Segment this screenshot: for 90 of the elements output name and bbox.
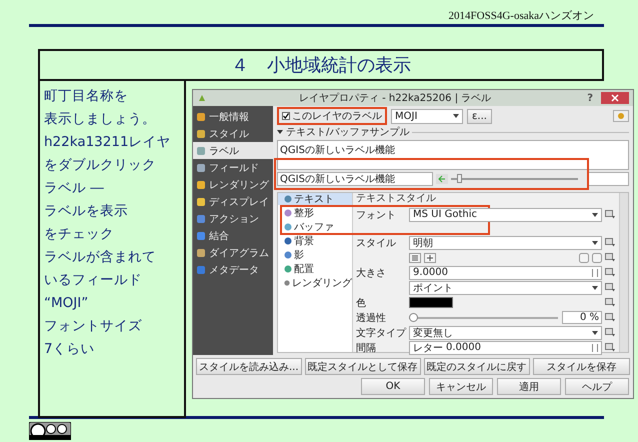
data-defined-icon[interactable] (605, 298, 616, 307)
color-swatch[interactable] (409, 297, 453, 308)
instruction-line: 7くらい (44, 340, 96, 359)
spinner-icon (592, 344, 598, 352)
instruction-line: h22ka13211レイヤ (44, 133, 172, 152)
close-button[interactable] (601, 92, 629, 104)
instruction-line: ラベルが含まれて (44, 248, 157, 267)
style-button[interactable]: 既定スタイルとして保存 (304, 358, 421, 375)
percent-field[interactable]: 0 % (562, 311, 602, 324)
sidebar-item[interactable]: 一般情報 (193, 108, 273, 125)
instruction-line: 町丁目名称を (44, 87, 129, 106)
dialog-button[interactable]: OK (361, 378, 425, 395)
instruction-line: “MOJI” (44, 294, 90, 313)
instruction-line: いるフィールド (44, 271, 143, 290)
sidebar-item[interactable]: ラベル (193, 142, 273, 159)
data-defined-icon[interactable] (605, 328, 616, 337)
instruction-line: ラベルを表示 (44, 202, 129, 221)
field-label: フォント (356, 208, 397, 222)
background-color-field[interactable] (587, 172, 629, 186)
data-defined-icon[interactable] (605, 210, 616, 219)
settings-tab[interactable]: レンダリング (278, 277, 352, 289)
format-icon[interactable] (409, 252, 421, 262)
collapse-icon[interactable] (277, 129, 283, 135)
settings-tab[interactable]: 背景 (278, 235, 352, 247)
instruction-line: をダブルクリック (44, 156, 157, 175)
dropdown[interactable]: 明朝 (409, 236, 602, 250)
instruction-line: フォントサイズ (44, 317, 143, 336)
section-header: テキスト/バッファサンプル (286, 126, 410, 139)
app-icon (197, 93, 207, 103)
sidebar-item[interactable]: アクション (193, 210, 273, 227)
dropdown[interactable]: 変更無し (409, 326, 602, 340)
format-icon[interactable] (424, 252, 436, 262)
field-label: 色 (356, 296, 367, 310)
field-label: 文字タイプ (356, 326, 406, 340)
field-label: 間隔 (356, 342, 377, 354)
slider-thumb[interactable] (457, 174, 462, 183)
spin-box[interactable]: 9.0000 (409, 266, 602, 280)
caret-icon (592, 286, 598, 290)
header-text: 2014FOSS4G-osakaハンズオン (448, 9, 595, 22)
data-defined-icon[interactable] (605, 238, 616, 247)
spin-box[interactable]: レター 0.0000 (409, 340, 602, 354)
dropdown[interactable]: MS UI Gothic (409, 208, 602, 222)
data-defined-icon[interactable] (605, 253, 616, 262)
style-button[interactable]: スタイルを読み込み... (196, 358, 302, 375)
sample-text-field[interactable]: QGISの新しいラベル機能 (277, 172, 433, 186)
slide-title: ４ 小地域統計の表示 (38, 49, 604, 81)
instruction-line: 表示しましょう。 (44, 110, 157, 129)
instruction-line: ラベル ― (44, 179, 105, 198)
sidebar-item[interactable]: レンダリング (193, 176, 273, 193)
scrollbar[interactable] (619, 193, 628, 352)
data-defined-icon[interactable] (605, 343, 616, 352)
sidebar-item[interactable]: 結合 (193, 227, 273, 244)
sidebar-item[interactable]: ディスプレイ (193, 193, 273, 210)
dialog-button[interactable]: キャンセル (429, 378, 493, 395)
caret-icon (592, 240, 598, 244)
help-button[interactable]: ? (583, 92, 597, 104)
style-button[interactable]: スタイルを保存 (532, 358, 630, 375)
section-title: テキストスタイル (356, 193, 437, 205)
settings-tab[interactable]: テキスト (278, 193, 352, 205)
field-label: スタイル (356, 236, 397, 250)
license-badge-icon (29, 422, 71, 440)
data-defined-icon[interactable] (605, 283, 616, 292)
caret-icon (453, 114, 459, 118)
style-button[interactable]: 既定のスタイルに戻す (424, 358, 530, 375)
instruction-line: をチェック (44, 225, 115, 244)
field-dropdown[interactable]: MOJI (391, 108, 463, 124)
sample-text: QGISの新しいラベル機能 (280, 145, 395, 156)
settings-tab[interactable]: 整形 (278, 207, 352, 219)
settings-tab[interactable]: 影 (278, 249, 352, 261)
sidebar-item[interactable]: ダイアグラム (193, 244, 273, 261)
settings-tab[interactable]: バッファ (278, 221, 352, 233)
sidebar-item[interactable]: フィールド (193, 159, 273, 176)
data-defined-icon[interactable] (605, 268, 616, 277)
dialog-button[interactable]: ヘルプ (565, 378, 629, 395)
sidebar-item[interactable]: メタデータ (193, 261, 273, 278)
data-defined-icon[interactable] (605, 313, 616, 322)
slider-thumb[interactable] (409, 312, 418, 322)
caret-icon (592, 212, 598, 216)
label-checkbox[interactable]: このレイヤのラベル (277, 107, 387, 125)
settings-tab[interactable]: 配置 (278, 263, 352, 275)
sidebar-item[interactable]: スタイル (193, 125, 273, 142)
checkbox-icon (282, 112, 290, 120)
field-label: 大きさ (356, 266, 387, 280)
dropdown[interactable]: ポイント (409, 280, 602, 294)
field-label: 透過性 (356, 312, 387, 324)
dialog-button[interactable]: 適用 (497, 378, 561, 395)
expression-button[interactable]: ε... (467, 108, 492, 124)
dialog-title: レイヤプロパティ - h22ka25206 | ラベル (298, 92, 492, 105)
spinner-icon (592, 268, 598, 276)
caret-icon (592, 330, 598, 334)
